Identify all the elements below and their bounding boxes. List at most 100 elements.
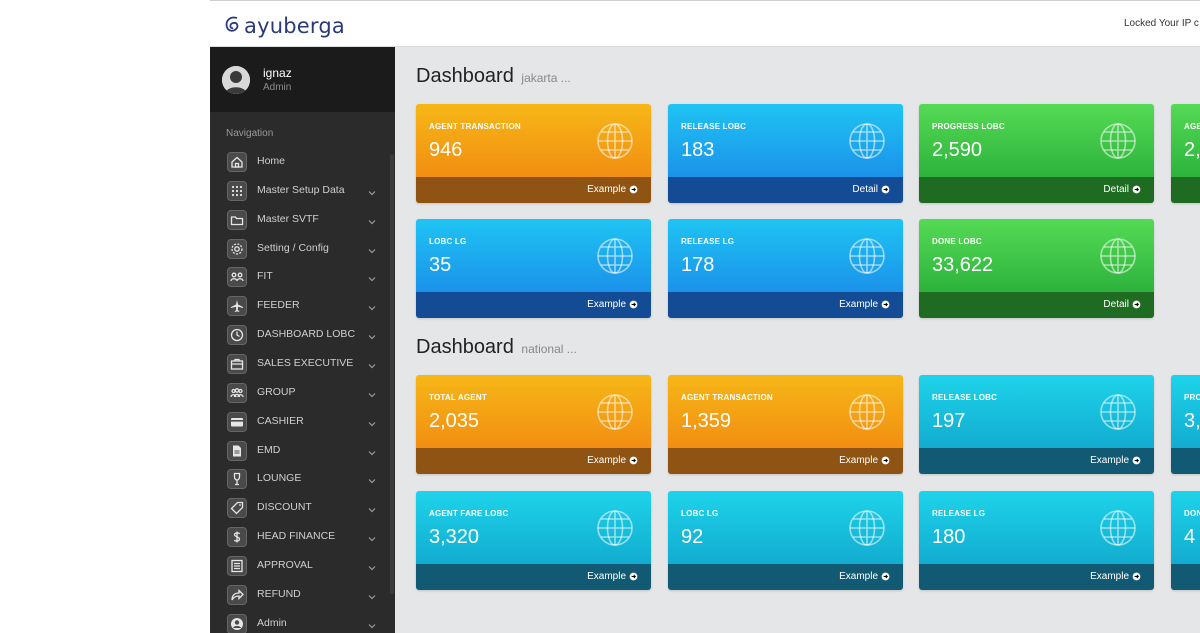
section-title: Dashboard jakarta ... <box>416 65 571 88</box>
stat-card-agent-transaction[interactable]: AGENT TRANSACTION 1,359 Example <box>668 375 903 474</box>
card-body: AGENT FARE LOBC 3,320 <box>416 491 651 564</box>
user-circle-icon <box>227 613 247 633</box>
stat-card-agent-fare-lobc[interactable]: AGENT FARE LOBC 3,320 Example <box>416 491 651 590</box>
card-footer: Detail <box>919 292 1154 318</box>
stat-card-progress-lobc[interactable]: PROGRESS LOBC 2,590 Detail <box>919 104 1154 203</box>
card-link-label: Example <box>839 299 878 310</box>
sidebar-item-dashboard-lobc[interactable]: DASHBOARD LOBC <box>210 320 395 349</box>
stat-card-release-lg[interactable]: RELEASE LG 178 Example <box>668 219 903 318</box>
card-link-label: Example <box>839 571 878 582</box>
card-body: LOBC LG 92 <box>668 491 903 564</box>
sidebar-item-master-svtf[interactable]: Master SVTF <box>210 205 395 234</box>
sidebar-item-label: CASHIER <box>257 414 304 427</box>
chevron-down-icon <box>367 560 377 571</box>
section-title-text: Dashboard <box>416 65 514 87</box>
card-link[interactable]: Example <box>839 299 890 310</box>
card-link-label: Detail <box>1103 299 1129 310</box>
sidebar-item-home[interactable]: Home <box>210 147 395 176</box>
section-subtitle: jakarta ... <box>521 71 571 85</box>
stat-card-lobc-lg[interactable]: LOBC LG 92 Example <box>668 491 903 590</box>
sidebar-item-label: Setting / Config <box>257 241 329 254</box>
stat-card-age[interactable]: AGE 2, <box>1171 104 1200 203</box>
card-footer <box>1171 564 1200 590</box>
card-body: AGE 2, <box>1171 104 1200 177</box>
globe-icon <box>596 122 634 160</box>
card-link[interactable]: Example <box>1090 455 1141 466</box>
folder-icon <box>227 209 247 230</box>
card-value: 178 <box>681 254 715 276</box>
card-footer: Example <box>416 448 651 474</box>
arrow-circle-right-icon <box>1132 185 1141 194</box>
stat-card-done-lobc[interactable]: DONE LOBC 33,622 Detail <box>919 219 1154 318</box>
stat-card-release-lobc[interactable]: RELEASE LOBC 197 Example <box>919 375 1154 474</box>
stat-card-total-agent[interactable]: TOTAL AGENT 2,035 Example <box>416 375 651 474</box>
stat-card-agent-transaction[interactable]: AGENT TRANSACTION 946 Example <box>416 104 651 203</box>
sidebar-item-cashier[interactable]: CASHIER <box>210 407 395 436</box>
stat-card-pro[interactable]: PRO 3, <box>1171 375 1200 474</box>
chevron-down-icon <box>367 618 377 628</box>
card-value: 33,622 <box>932 254 994 276</box>
card-footer: Example <box>416 292 651 318</box>
card-link-label: Example <box>1090 455 1129 466</box>
main-content: Dashboard jakarta ... AGENT TRANSACTION … <box>395 47 1200 633</box>
stat-card-release-lobc[interactable]: RELEASE LOBC 183 Detail <box>668 104 903 203</box>
sidebar-item-admin[interactable]: Admin <box>210 609 395 633</box>
sidebar-item-head-finance[interactable]: HEAD FINANCE <box>210 522 395 551</box>
card-footer: Example <box>919 564 1154 590</box>
card-link[interactable]: Detail <box>1103 299 1141 310</box>
card-value: 1,359 <box>681 410 732 432</box>
card-link-label: Example <box>839 455 878 466</box>
card-footer <box>1171 177 1200 203</box>
sidebar-item-fit[interactable]: FIT <box>210 262 395 291</box>
section-title-text: Dashboard <box>416 336 514 358</box>
brand-logo[interactable]: ayuberga <box>224 11 345 41</box>
card-link[interactable]: Example <box>587 571 638 582</box>
globe-icon <box>848 122 886 160</box>
sidebar-item-group[interactable]: GROUP <box>210 378 395 407</box>
sidebar-item-approval[interactable]: APPROVAL <box>210 551 395 580</box>
app-window: ayuberga Locked Your IP c ignaz Admin Na… <box>210 0 1200 633</box>
card-link[interactable]: Detail <box>1103 184 1141 195</box>
sidebar-item-feeder[interactable]: FEEDER <box>210 291 395 320</box>
sidebar-scrollbar[interactable] <box>390 154 394 594</box>
arrow-circle-right-icon <box>881 572 890 581</box>
card-value: 183 <box>681 139 715 161</box>
stat-card-lobc-lg[interactable]: LOBC LG 35 Example <box>416 219 651 318</box>
sidebar-item-refund[interactable]: REFUND <box>210 580 395 609</box>
arrow-circle-right-icon <box>629 185 638 194</box>
card-link[interactable]: Example <box>839 455 890 466</box>
card-link[interactable]: Example <box>587 455 638 466</box>
card-link[interactable]: Example <box>587 184 638 195</box>
user-profile[interactable]: ignaz Admin <box>210 47 395 112</box>
arrow-circle-right-icon <box>881 456 890 465</box>
sidebar-item-discount[interactable]: DISCOUNT <box>210 493 395 522</box>
card-link[interactable]: Example <box>839 571 890 582</box>
credit-card-icon <box>227 411 247 432</box>
card-label: RELEASE LOBC <box>932 393 998 402</box>
sidebar-item-master-setup-data[interactable]: Master Setup Data <box>210 176 395 205</box>
card-link[interactable]: Example <box>587 299 638 310</box>
sidebar-item-label: LOUNGE <box>257 472 302 485</box>
sidebar-item-sales-executive[interactable]: SALES EXECUTIVE <box>210 349 395 378</box>
sidebar-item-emd[interactable]: EMD <box>210 436 395 465</box>
card-label: LOBC LG <box>429 237 467 246</box>
stat-card-release-lg[interactable]: RELEASE LG 180 Example <box>919 491 1154 590</box>
card-value: 3,320 <box>429 526 480 548</box>
globe-icon <box>1099 122 1137 160</box>
stat-card-don[interactable]: DON 4 <box>1171 491 1200 590</box>
globe-icon <box>1099 509 1137 547</box>
sidebar-item-lounge[interactable]: LOUNGE <box>210 464 395 493</box>
card-body: DONE LOBC 33,622 <box>919 219 1154 292</box>
card-value: 4 <box>1184 526 1196 548</box>
arrow-circle-right-icon <box>629 572 638 581</box>
card-link[interactable]: Detail <box>852 184 890 195</box>
arrow-circle-right-icon <box>881 300 890 309</box>
card-footer <box>1171 448 1200 474</box>
card-link[interactable]: Example <box>1090 571 1141 582</box>
card-value: 946 <box>429 139 463 161</box>
globe-icon <box>596 393 634 431</box>
sidebar-item-setting-config[interactable]: Setting / Config <box>210 234 395 263</box>
globe-icon <box>848 509 886 547</box>
card-footer: Example <box>416 564 651 590</box>
user-role: Admin <box>263 82 292 93</box>
